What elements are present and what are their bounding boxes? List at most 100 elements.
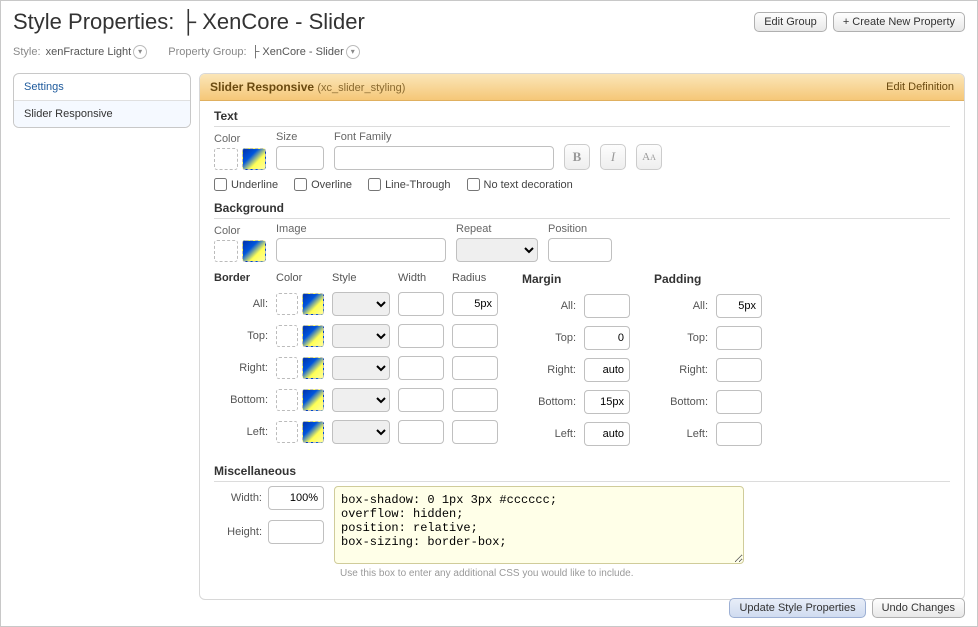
bold-button[interactable]: B bbox=[564, 144, 590, 170]
height-input[interactable] bbox=[268, 520, 324, 544]
color-picker-icon[interactable] bbox=[242, 240, 266, 262]
border-all-color[interactable] bbox=[276, 293, 298, 315]
border-top-width[interactable] bbox=[398, 324, 444, 348]
padding-left-input[interactable] bbox=[716, 422, 762, 446]
border-left-label: Left: bbox=[214, 426, 268, 438]
padding-heading: Padding bbox=[654, 272, 701, 286]
border-right-color[interactable] bbox=[276, 357, 298, 379]
breadcrumb: Style: xenFracture Light▾ Property Group… bbox=[1, 39, 977, 73]
border-left-radius[interactable] bbox=[452, 420, 498, 444]
padding-left-label: Left: bbox=[654, 428, 708, 440]
color-picker-icon[interactable] bbox=[302, 357, 324, 379]
bg-color-label: Color bbox=[214, 225, 266, 237]
bg-position-input[interactable] bbox=[548, 238, 612, 262]
smallcaps-button[interactable]: AA bbox=[636, 144, 662, 170]
margin-bottom-label: Bottom: bbox=[522, 396, 576, 408]
border-all-label: All: bbox=[214, 298, 268, 310]
padding-bottom-input[interactable] bbox=[716, 390, 762, 414]
chevron-down-icon[interactable]: ▾ bbox=[346, 45, 360, 59]
margin-left-input[interactable] bbox=[584, 422, 630, 446]
font-family-label: Font Family bbox=[334, 131, 554, 143]
border-right-label: Right: bbox=[214, 362, 268, 374]
margin-all-input[interactable] bbox=[584, 294, 630, 318]
margin-right-label: Right: bbox=[522, 364, 576, 376]
border-width-hdr: Width bbox=[398, 272, 444, 284]
padding-all-label: All: bbox=[654, 300, 708, 312]
margin-heading: Margin bbox=[522, 272, 561, 286]
padding-all-input[interactable] bbox=[716, 294, 762, 318]
border-style-hdr: Style bbox=[332, 272, 390, 284]
color-picker-icon[interactable] bbox=[302, 325, 324, 347]
border-bottom-radius[interactable] bbox=[452, 388, 498, 412]
panel-slug: (xc_slider_styling) bbox=[317, 82, 405, 94]
edit-group-button[interactable]: Edit Group bbox=[754, 12, 827, 32]
bg-position-label: Position bbox=[548, 223, 612, 235]
text-heading: Text bbox=[214, 109, 950, 127]
margin-top-label: Top: bbox=[522, 332, 576, 344]
edit-definition-link[interactable]: Edit Definition bbox=[886, 81, 954, 93]
margin-bottom-input[interactable] bbox=[584, 390, 630, 414]
border-right-radius[interactable] bbox=[452, 356, 498, 380]
text-size-label: Size bbox=[276, 131, 324, 143]
text-color-label: Color bbox=[214, 133, 266, 145]
border-all-width[interactable] bbox=[398, 292, 444, 316]
bg-repeat-select[interactable] bbox=[456, 238, 538, 262]
padding-right-input[interactable] bbox=[716, 358, 762, 382]
undo-button[interactable]: Undo Changes bbox=[872, 598, 965, 618]
padding-top-label: Top: bbox=[654, 332, 708, 344]
padding-bottom-label: Bottom: bbox=[654, 396, 708, 408]
sidebar-item-slider-responsive[interactable]: Slider Responsive bbox=[14, 101, 190, 127]
group-value[interactable]: ├ XenCore - Slider▾ bbox=[252, 46, 360, 58]
bg-color-swatch[interactable] bbox=[214, 240, 238, 262]
border-bottom-style[interactable] bbox=[332, 388, 390, 412]
width-label: Width: bbox=[214, 492, 262, 504]
border-top-label: Top: bbox=[214, 330, 268, 342]
italic-button[interactable]: I bbox=[600, 144, 626, 170]
border-all-style[interactable] bbox=[332, 292, 390, 316]
width-input[interactable] bbox=[268, 486, 324, 510]
linethrough-checkbox[interactable]: Line-Through bbox=[368, 178, 450, 191]
create-property-button[interactable]: + Create New Property bbox=[833, 12, 965, 32]
border-right-width[interactable] bbox=[398, 356, 444, 380]
extra-css-textarea[interactable] bbox=[334, 486, 744, 564]
update-button[interactable]: Update Style Properties bbox=[729, 598, 865, 618]
border-bottom-width[interactable] bbox=[398, 388, 444, 412]
border-bottom-label: Bottom: bbox=[214, 394, 268, 406]
padding-top-input[interactable] bbox=[716, 326, 762, 350]
border-left-style[interactable] bbox=[332, 420, 390, 444]
font-family-input[interactable] bbox=[334, 146, 554, 170]
underline-checkbox[interactable]: Underline bbox=[214, 178, 278, 191]
border-top-color[interactable] bbox=[276, 325, 298, 347]
chevron-down-icon[interactable]: ▾ bbox=[133, 45, 147, 59]
group-label: Property Group: bbox=[168, 46, 246, 58]
color-picker-icon[interactable] bbox=[302, 293, 324, 315]
border-left-color[interactable] bbox=[276, 421, 298, 443]
page-title: Style Properties: ├ XenCore - Slider bbox=[13, 9, 365, 35]
border-radius-hdr: Radius bbox=[452, 272, 498, 284]
misc-heading: Miscellaneous bbox=[214, 464, 950, 482]
sidebar: Settings Slider Responsive bbox=[13, 73, 191, 128]
overline-checkbox[interactable]: Overline bbox=[294, 178, 352, 191]
bg-image-label: Image bbox=[276, 223, 446, 235]
padding-right-label: Right: bbox=[654, 364, 708, 376]
style-label: Style: bbox=[13, 46, 41, 58]
border-all-radius[interactable] bbox=[452, 292, 498, 316]
text-size-input[interactable] bbox=[276, 146, 324, 170]
margin-left-label: Left: bbox=[522, 428, 576, 440]
border-bottom-color[interactable] bbox=[276, 389, 298, 411]
border-right-style[interactable] bbox=[332, 356, 390, 380]
margin-top-input[interactable] bbox=[584, 326, 630, 350]
margin-right-input[interactable] bbox=[584, 358, 630, 382]
border-left-width[interactable] bbox=[398, 420, 444, 444]
sidebar-item-settings[interactable]: Settings bbox=[14, 74, 190, 101]
border-top-radius[interactable] bbox=[452, 324, 498, 348]
bg-repeat-label: Repeat bbox=[456, 223, 538, 235]
no-decoration-checkbox[interactable]: No text decoration bbox=[467, 178, 573, 191]
text-color-swatch[interactable] bbox=[214, 148, 238, 170]
color-picker-icon[interactable] bbox=[242, 148, 266, 170]
style-value[interactable]: xenFracture Light▾ bbox=[46, 46, 148, 58]
color-picker-icon[interactable] bbox=[302, 421, 324, 443]
color-picker-icon[interactable] bbox=[302, 389, 324, 411]
bg-image-input[interactable] bbox=[276, 238, 446, 262]
border-top-style[interactable] bbox=[332, 324, 390, 348]
